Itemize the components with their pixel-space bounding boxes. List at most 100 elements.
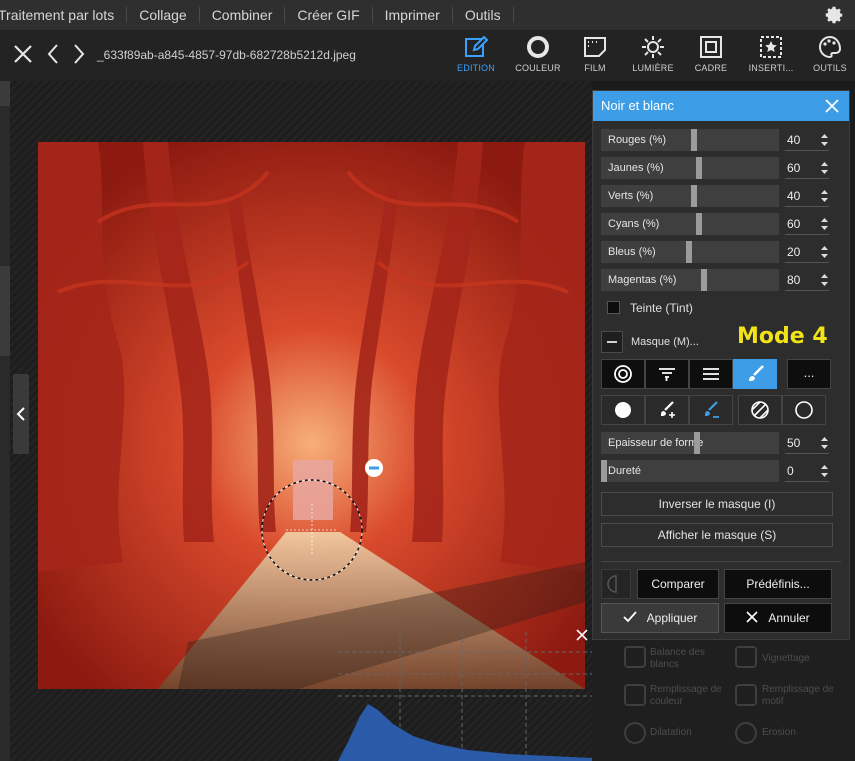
split-view-button[interactable] [601, 569, 631, 599]
number-value: 20 [787, 245, 801, 259]
number-input[interactable]: 60 [781, 213, 831, 235]
number-input[interactable]: 50 [781, 432, 831, 454]
slider-thumb[interactable] [691, 129, 697, 151]
number-input[interactable]: 80 [781, 269, 831, 291]
mask-mode-brush[interactable] [733, 359, 777, 389]
mask-mode-linear[interactable] [689, 359, 733, 389]
slider-shape-thickness[interactable]: Epaisseur de forme 50 [601, 432, 843, 454]
number-underline [785, 262, 829, 263]
mask-collapse-button[interactable] [601, 331, 623, 353]
spinner-icon[interactable] [820, 159, 829, 177]
slider-red[interactable]: Rouges (%) 40 [601, 129, 843, 151]
chevron-right-icon[interactable] [72, 43, 86, 65]
insert-star-icon [760, 36, 782, 58]
menu-create-gif[interactable]: Créer GIF [285, 7, 373, 23]
number-input[interactable]: 60 [781, 157, 831, 179]
menu-batch[interactable]: Traitement par lots [0, 7, 128, 23]
close-icon[interactable] [825, 99, 839, 113]
filter-icon [659, 368, 675, 381]
show-mask-button[interactable]: Afficher le masque (S) [601, 523, 833, 547]
color-circle-icon [527, 36, 549, 58]
app-window: Traitement par lots Collage Combiner Cré… [0, 0, 855, 761]
slider-yellow[interactable]: Jaunes (%) 60 [601, 157, 843, 179]
number-input[interactable]: 40 [781, 129, 831, 151]
apply-button[interactable]: Appliquer [601, 603, 719, 633]
brush-subtract-button[interactable] [689, 395, 733, 425]
tool-outils[interactable]: OUTILS [802, 35, 855, 79]
close-icon[interactable] [12, 43, 34, 65]
spinner-icon[interactable] [820, 187, 829, 205]
slider-label: Magentas (%) [608, 274, 677, 286]
slider-hardness[interactable]: Dureté 0 [601, 460, 843, 482]
tool-lumiere[interactable]: LUMIÈRE [625, 35, 681, 79]
slider-thumb[interactable] [693, 432, 700, 454]
invert-mask-button[interactable]: Inverser le masque (I) [601, 492, 833, 516]
tool-edition[interactable]: EDITION [448, 35, 504, 79]
slider-label: Jaunes (%) [608, 162, 664, 174]
number-underline [785, 178, 829, 179]
slider-thumb[interactable] [686, 241, 692, 263]
slider-thumb[interactable] [601, 460, 607, 482]
mask-label: Masque (M)... [631, 336, 699, 348]
slider-blue[interactable]: Bleus (%) 20 [601, 241, 843, 263]
slider-thumb[interactable] [696, 213, 702, 235]
tint-checkbox[interactable] [607, 301, 620, 314]
mask-mode-filter[interactable] [645, 359, 689, 389]
tool-insertion[interactable]: INSERTI... [743, 35, 799, 79]
spinner-icon[interactable] [820, 271, 829, 289]
effect-dilation[interactable]: Dilatation [650, 727, 692, 739]
mask-more-button[interactable]: ... [787, 359, 831, 389]
tool-couleur[interactable]: COULEUR [510, 35, 566, 79]
brush-outline-button[interactable] [782, 395, 826, 425]
menu-tools[interactable]: Outils [453, 7, 514, 23]
slider-magenta[interactable]: Magentas (%) 80 [601, 269, 843, 291]
slider-label: Rouges (%) [608, 134, 667, 146]
effect-color-fill[interactable]: Remplissage de couleur [650, 684, 730, 708]
effect-vignette[interactable]: Vignettage [762, 653, 810, 665]
brush-fill-button[interactable] [601, 395, 645, 425]
minus-icon [607, 341, 617, 343]
compare-button[interactable]: Comparer [637, 569, 719, 599]
brush-add-button[interactable] [645, 395, 689, 425]
mask-mode-group [601, 359, 777, 389]
spinner-icon[interactable] [820, 131, 829, 149]
hatched-circle-icon [751, 401, 769, 419]
cancel-button[interactable]: Annuler [724, 603, 832, 633]
cancel-label: Annuler [768, 611, 810, 625]
slider-cyan[interactable]: Cyans (%) 60 [601, 213, 843, 235]
brush-hatched-button[interactable] [738, 395, 782, 425]
collapse-panel-button[interactable] [13, 374, 29, 454]
menu-print[interactable]: Imprimer [373, 7, 453, 23]
tool-cadre[interactable]: CADRE [683, 35, 739, 79]
menu-combine[interactable]: Combiner [200, 7, 286, 23]
edit-icon [465, 35, 489, 57]
left-edge-segment [0, 266, 10, 356]
radial-icon [614, 365, 632, 383]
tool-label: INSERTI... [748, 63, 794, 73]
number-input[interactable]: 40 [781, 185, 831, 207]
slider-thumb[interactable] [696, 157, 702, 179]
tool-film[interactable]: FILM [567, 35, 623, 79]
effect-pattern-fill[interactable]: Remplissage de motif [762, 684, 842, 708]
tint-checkbox-row[interactable]: Teinte (Tint) [601, 300, 801, 318]
tool-label: CADRE [694, 63, 728, 73]
gear-icon[interactable] [823, 4, 845, 26]
presets-button[interactable]: Prédéfinis... [724, 569, 832, 599]
spinner-icon[interactable] [820, 243, 829, 261]
slider-thumb[interactable] [701, 269, 707, 291]
slider-green[interactable]: Verts (%) 40 [601, 185, 843, 207]
photo-preview[interactable] [38, 142, 585, 689]
chevron-left-icon[interactable] [46, 43, 60, 65]
slider-thumb[interactable] [691, 185, 697, 207]
number-input[interactable]: 20 [781, 241, 831, 263]
number-input[interactable]: 0 [781, 460, 831, 482]
tool-label: COULEUR [515, 63, 561, 73]
menu-collage[interactable]: Collage [127, 7, 200, 23]
effect-erosion[interactable]: Erosion [762, 727, 796, 739]
mask-mode-radial[interactable] [601, 359, 645, 389]
spinner-icon[interactable] [820, 462, 829, 480]
effect-white-balance[interactable]: Balance des blancs [650, 647, 720, 671]
circle-outline-icon [795, 401, 813, 419]
spinner-icon[interactable] [820, 215, 829, 233]
spinner-icon[interactable] [820, 434, 829, 452]
